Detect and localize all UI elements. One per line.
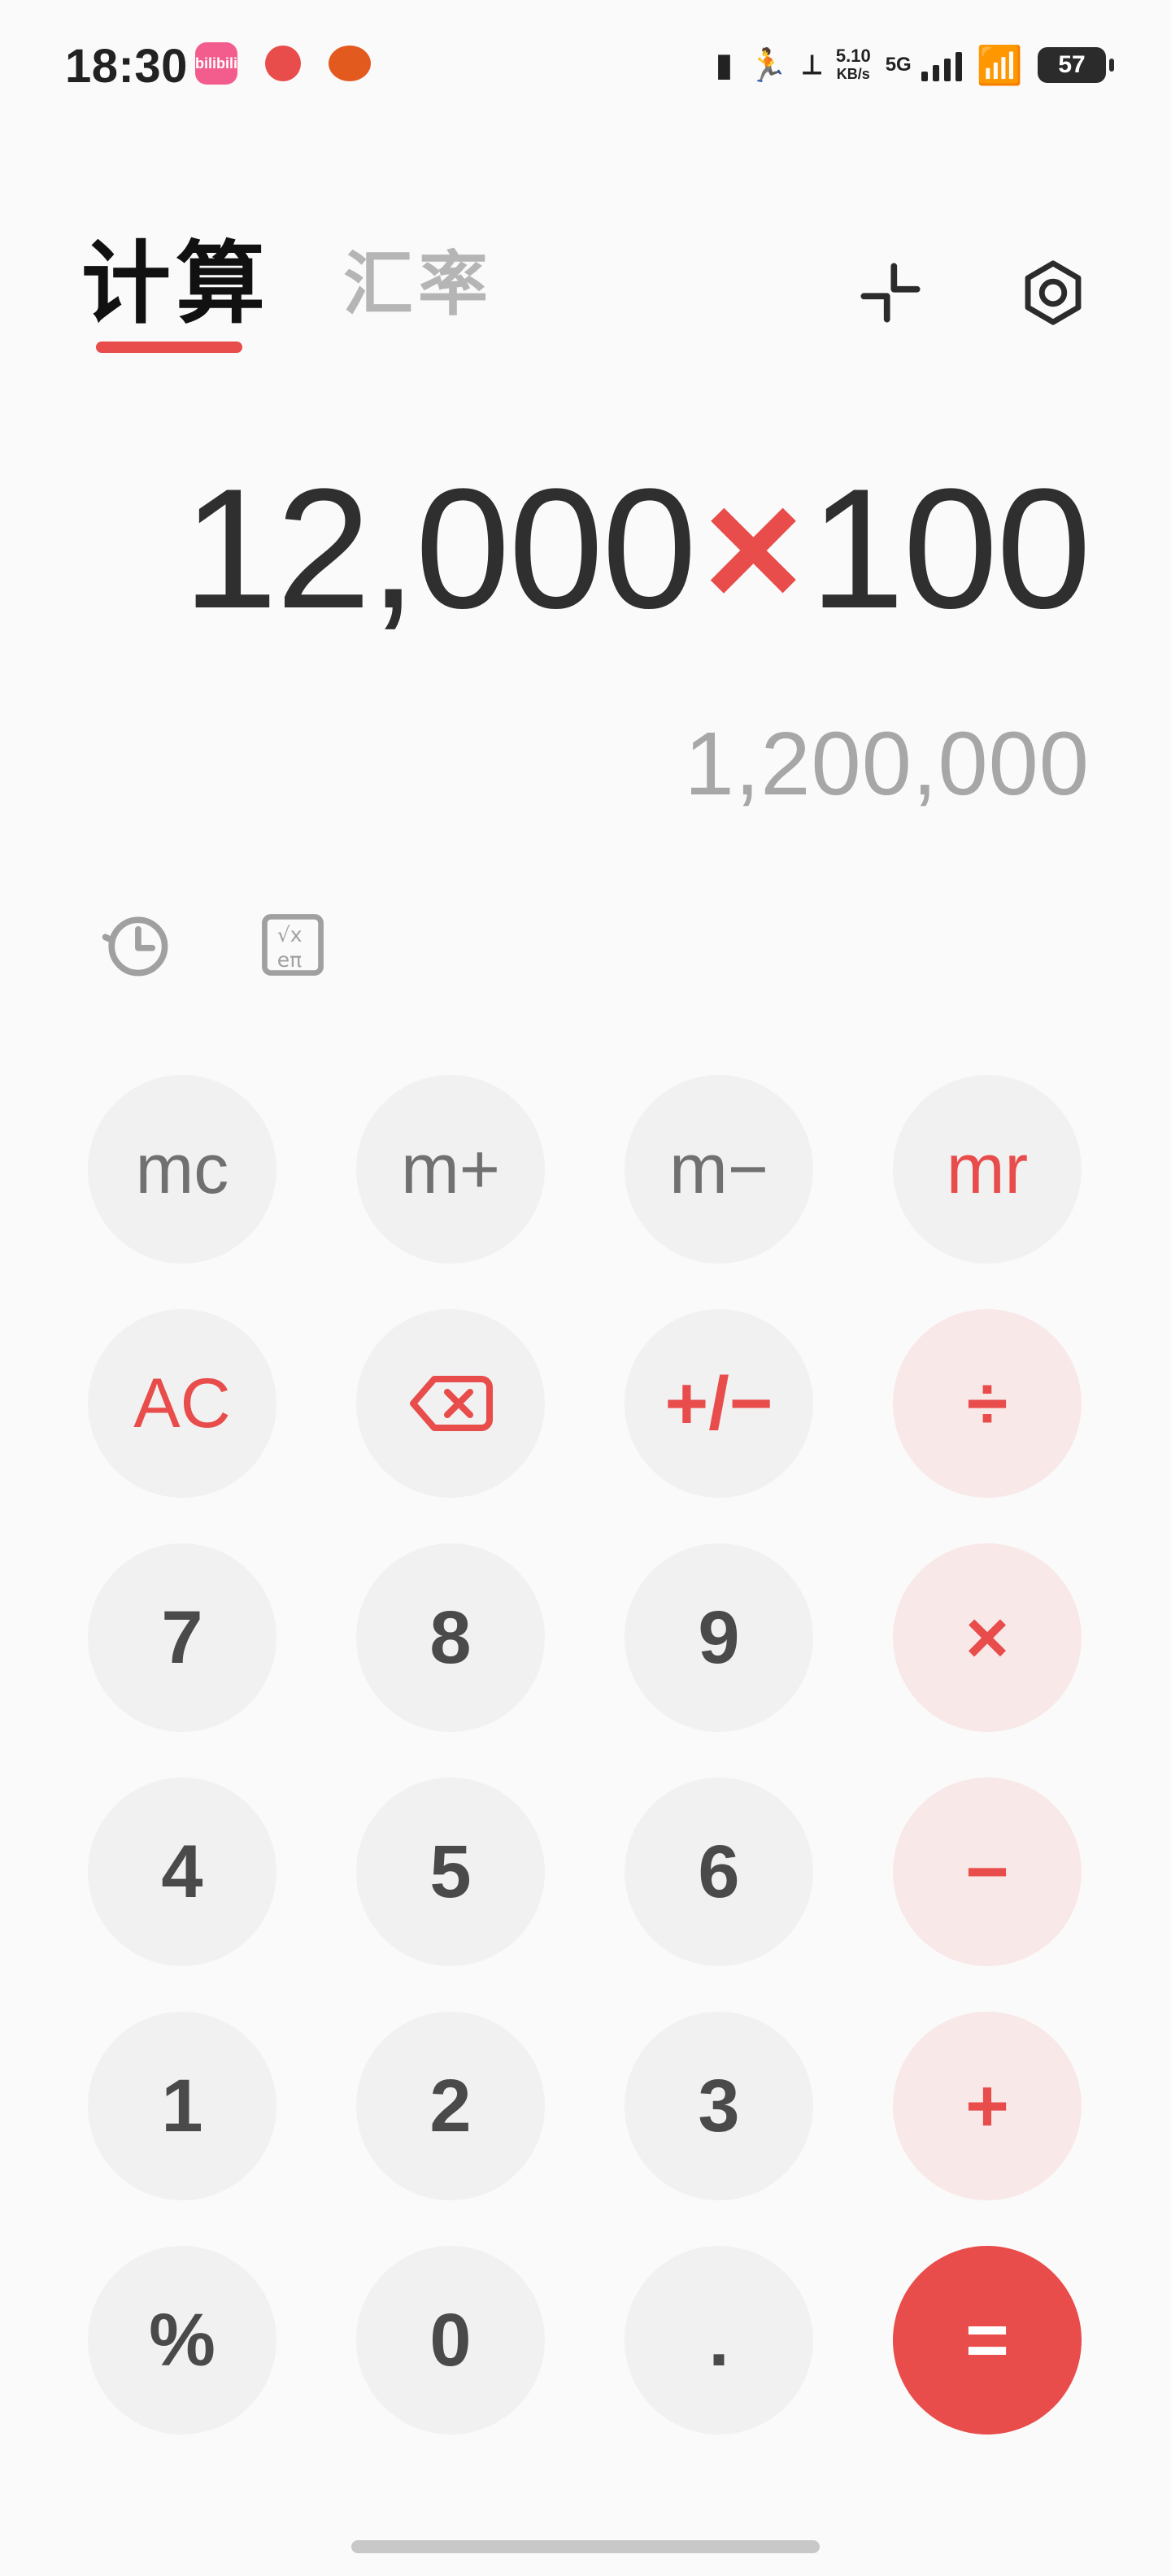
key-2[interactable]: 2 (356, 2012, 545, 2200)
vibrate-icon: ▮ (715, 47, 734, 83)
key-m-minus[interactable]: m− (625, 1075, 813, 1264)
wifi-icon: 📶 (976, 44, 1023, 86)
key-divide[interactable]: ÷ (893, 1309, 1082, 1498)
battery-level: 57 (1058, 51, 1086, 78)
key-4-label: 4 (161, 1830, 203, 1913)
history-icon (102, 916, 168, 977)
key-ac[interactable]: AC (88, 1309, 276, 1498)
bilibili-label: bilibili (195, 54, 237, 72)
key-multiply[interactable]: × (893, 1543, 1082, 1732)
active-tab-indicator (96, 342, 242, 353)
key-mr-label: mr (946, 1129, 1029, 1208)
history-button[interactable] (96, 904, 177, 986)
key-mc-label: mc (135, 1129, 229, 1208)
key-decimal[interactable]: . (625, 2246, 813, 2435)
key-mc[interactable]: mc (88, 1075, 276, 1264)
network-speed-unit: KB/s (836, 66, 870, 82)
expression-operator: × (703, 453, 803, 644)
cell-signal-icon (921, 49, 962, 81)
key-plus[interactable]: + (893, 2012, 1082, 2200)
settings-icon (1025, 260, 1082, 325)
key-plus-label: + (965, 2064, 1009, 2147)
key-minus[interactable]: − (893, 1778, 1082, 1966)
tab-calculate[interactable]: 计算 (81, 234, 270, 353)
network-speed-value: 5.10 (835, 46, 871, 66)
tab-exchange-rate[interactable]: 汇率 (343, 236, 493, 333)
key-percent-label: % (149, 2298, 215, 2382)
tomato-icon (265, 46, 301, 81)
svg-text:√x: √x (277, 923, 303, 946)
key-9[interactable]: 9 (625, 1543, 813, 1732)
keypad: mc m+ m− mr AC +/− ÷ 7 8 9 × 4 5 6 − 1 2… (88, 1075, 1082, 2435)
key-9-label: 9 (698, 1595, 740, 1679)
key-5-label: 5 (429, 1830, 472, 1913)
tool-buttons: √x eπ (96, 904, 333, 986)
key-4[interactable]: 4 (88, 1778, 276, 1966)
key-ac-label: AC (133, 1364, 231, 1442)
key-0[interactable]: 0 (356, 2246, 545, 2435)
key-minus-label: − (965, 1830, 1009, 1913)
key-5[interactable]: 5 (356, 1778, 545, 1966)
scientific-button[interactable]: √x eπ (252, 904, 333, 986)
key-8[interactable]: 8 (356, 1543, 545, 1732)
backspace-icon (410, 1376, 493, 1431)
key-equals[interactable]: = (893, 2246, 1082, 2435)
svg-text:eπ: eπ (277, 948, 302, 972)
top-actions (854, 252, 1090, 333)
key-0-label: 0 (429, 2298, 472, 2382)
running-icon: 🏃 (747, 47, 789, 84)
key-2-label: 2 (429, 2064, 472, 2147)
battery-indicator: 57 (1038, 47, 1114, 83)
tab-calculate-label: 计算 (81, 234, 270, 334)
key-8-label: 8 (429, 1595, 472, 1679)
status-bar: 18:30 bilibili ▮ 🏃 ⟂ 5.10 KB/s 5G 📶 57 (0, 0, 1171, 130)
key-equals-label: = (965, 2298, 1009, 2382)
network-type: 5G (885, 54, 912, 76)
collapse-button[interactable] (854, 256, 927, 329)
key-plus-minus-label: +/− (664, 1361, 773, 1445)
key-1[interactable]: 1 (88, 2012, 276, 2200)
status-right: ▮ 🏃 ⟂ 5.10 KB/s 5G 📶 57 (715, 39, 1114, 91)
key-m-minus-label: m− (669, 1129, 768, 1208)
settings-button[interactable] (1016, 256, 1090, 329)
key-6-label: 6 (698, 1830, 740, 1913)
key-3-label: 3 (698, 2064, 740, 2147)
key-plus-minus[interactable]: +/− (625, 1309, 813, 1498)
key-6[interactable]: 6 (625, 1778, 813, 1966)
key-backspace[interactable] (356, 1309, 545, 1498)
notification-icons: bilibili (195, 42, 371, 85)
key-multiply-label: × (965, 1595, 1009, 1679)
key-7-label: 7 (161, 1595, 203, 1679)
expression-left: 12,000 (182, 453, 697, 644)
tab-exchange-rate-label: 汇率 (343, 246, 493, 324)
key-divide-label: ÷ (966, 1361, 1008, 1445)
scientific-icon: √x eπ (262, 914, 324, 976)
result-display: 1,200,000 (684, 714, 1090, 814)
key-1-label: 1 (161, 2064, 203, 2147)
cat-icon (329, 46, 371, 81)
mode-tabs: 计算 汇率 (81, 236, 493, 374)
expression-right: 100 (809, 453, 1091, 644)
key-mr[interactable]: mr (893, 1075, 1082, 1264)
bilibili-icon: bilibili (195, 42, 237, 85)
home-indicator[interactable] (351, 2540, 820, 2553)
key-m-plus-label: m+ (401, 1129, 500, 1208)
collapse-icon (860, 263, 921, 323)
network-speed: 5.10 KB/s (836, 47, 871, 83)
key-3[interactable]: 3 (625, 2012, 813, 2200)
key-decimal-label: . (708, 2298, 729, 2382)
key-percent[interactable]: % (88, 2246, 276, 2435)
signal-icon: ⟂ (803, 49, 821, 80)
status-time: 18:30 (65, 40, 188, 93)
expression-display: 12,000×100 (81, 453, 1091, 644)
key-7[interactable]: 7 (88, 1543, 276, 1732)
key-m-plus[interactable]: m+ (356, 1075, 545, 1264)
